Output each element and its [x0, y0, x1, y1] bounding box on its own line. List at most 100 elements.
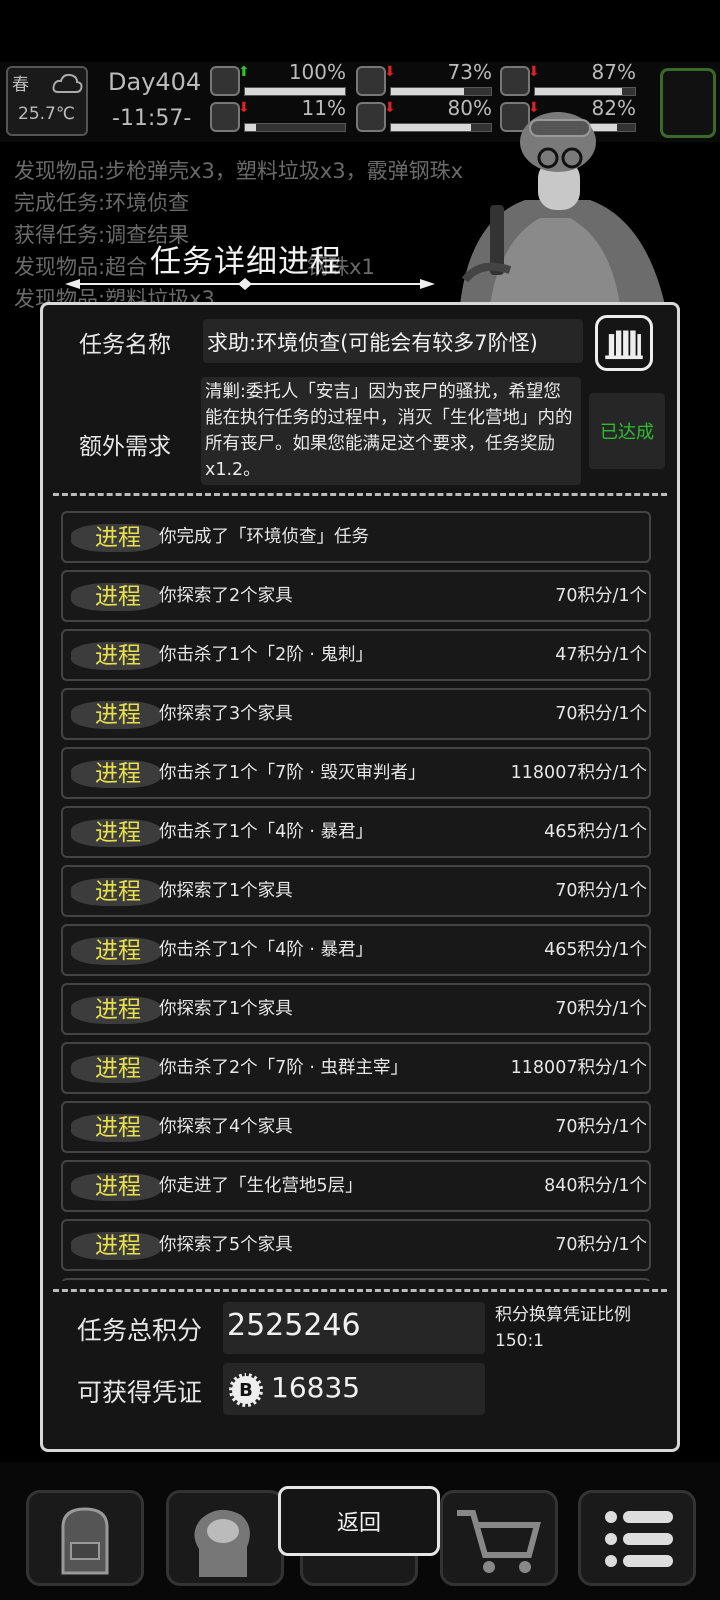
progress-tag-label: 进程 — [95, 997, 141, 1023]
progress-row: 进程 你击杀了1个「4阶 · 暴君」 465积分/1个 — [61, 924, 651, 976]
section-divider — [53, 1289, 667, 1292]
progress-row: 进程 你探索了5个家具 70积分/1个 — [61, 1219, 651, 1271]
title-divider-ornament — [65, 278, 435, 290]
progress-description: 你探索了1个家具 — [159, 881, 293, 901]
progress-tag-label: 进程 — [95, 1174, 141, 1200]
total-points-label: 任务总积分 — [77, 1316, 203, 1345]
progress-description: 你击杀了1个「4阶 · 暴君」 — [159, 822, 373, 842]
task-name-label: 任务名称 — [79, 332, 171, 358]
progress-tag: 进程 — [71, 579, 161, 615]
progress-description: 你探索了2个家具 — [159, 586, 293, 606]
day-counter: Day404 — [108, 68, 202, 96]
dialog-title: 任务详细进程 — [150, 244, 342, 280]
progress-row: 进程 你走进了「生化营地5层」 840积分/1个 — [61, 1160, 651, 1212]
brain-skill-icon — [194, 1509, 250, 1577]
extra-requirement-label: 额外需求 — [79, 434, 171, 460]
progress-row: 进程 你击杀了1个「2阶 · 鬼刺」 47积分/1个 — [61, 629, 651, 681]
progress-points: 465积分/1个 — [544, 940, 647, 960]
stat-health: ⬆ 100% — [210, 60, 346, 100]
skills-button[interactable] — [166, 1490, 284, 1586]
temperature-value: 25.7℃ — [18, 104, 75, 124]
progress-description: 你完成了「环境侦查」任务 — [159, 527, 369, 547]
progress-description: 你击杀了1个「4阶 · 暴君」 — [159, 940, 373, 960]
trend-down-icon: ⬇ — [238, 100, 250, 116]
progress-description: 你探索了5个家具 — [159, 1235, 293, 1255]
water-drop-icon — [356, 102, 386, 132]
progress-list[interactable]: 进程 你完成了「环境侦查」任务 进程 你探索了2个家具 70积分/1个 进程 你击杀了1个「… — [55, 503, 669, 1281]
progress-description: 你走进了「生化营地5层」 — [159, 1176, 363, 1196]
progress-tag: 进程 — [71, 1110, 161, 1146]
backpack-icon — [61, 1507, 109, 1575]
progress-tag-label: 进程 — [95, 1233, 141, 1259]
menu-list-icon — [605, 1511, 673, 1567]
progress-row: 进程 你击杀了1个「4阶 · 暴君」 465积分/1个 — [61, 806, 651, 858]
ammo-icon[interactable] — [595, 315, 653, 371]
progress-tag-label: 进程 — [95, 761, 141, 787]
progress-points: 47积分/1个 — [555, 645, 647, 665]
task-progress-dialog: 任务名称 求助:环境侦查(可能会有较多7阶怪) 额外需求 清剿:委托人「安吉」因… — [40, 302, 680, 1452]
progress-row: 进程 你击杀了2个「7阶 · 虫群主宰」 118007积分/1个 — [61, 1042, 651, 1094]
progress-row: 进程 你完成了「环境侦查」任务 — [61, 511, 651, 563]
progress-points: 70积分/1个 — [555, 881, 647, 901]
conversion-ratio: 积分换算凭证比例 150:1 — [495, 1302, 631, 1354]
progress-tag: 进程 — [71, 1228, 161, 1264]
progress-description: 你探索了3个家具 — [159, 704, 293, 724]
progress-points: 118007积分/1个 — [510, 763, 647, 783]
progress-row: 进程 你击杀了1个「7阶 · 毁灭审判者」 118007积分/1个 — [61, 747, 651, 799]
progress-tag: 进程 — [71, 815, 161, 851]
progress-tag: 进程 — [71, 1051, 161, 1087]
stat-fatigue: ⬇ 87% — [500, 60, 636, 100]
medkit-icon — [210, 66, 240, 96]
progress-tag-label: 进程 — [95, 879, 141, 905]
progress-points: 70积分/1个 — [555, 1117, 647, 1137]
progress-tag-label: 进程 — [95, 938, 141, 964]
progress-description: 你探索了4个家具 — [159, 1117, 293, 1137]
progress-row: 进程 你探索了1个家具 70积分/1个 — [61, 865, 651, 917]
progress-tag: 进程 — [71, 992, 161, 1028]
trend-up-icon: ⬆ — [238, 64, 250, 80]
total-points-value: 2525246 — [223, 1302, 485, 1354]
progress-description: 你击杀了2个「7阶 · 虫群主宰」 — [159, 1058, 408, 1078]
season-label: 春 — [12, 75, 29, 95]
progress-description: 你探索了1个家具 — [159, 999, 293, 1019]
progress-row: 进程 你探索了2个家具 70积分/1个 — [61, 570, 651, 622]
trend-down-icon: ⬇ — [528, 64, 540, 80]
progress-points: 70积分/1个 — [555, 1235, 647, 1255]
progress-tag: 进程 — [71, 1169, 161, 1205]
progress-description: 你击杀了1个「2阶 · 鬼刺」 — [159, 645, 373, 665]
cloud-icon — [52, 73, 83, 93]
progress-tag: 进程 — [71, 874, 161, 910]
voucher-coin-icon: B — [229, 1373, 263, 1407]
progress-points: 465积分/1个 — [544, 822, 647, 842]
progress-points: 70积分/1个 — [555, 586, 647, 606]
weather-panel[interactable]: 春 25.7℃ — [6, 66, 88, 136]
voucher-label: 可获得凭证 — [77, 1378, 203, 1407]
progress-tag-label: 进程 — [95, 820, 141, 846]
trend-down-icon: ⬇ — [384, 100, 396, 116]
progress-tag: 进程 — [71, 520, 161, 556]
backpack-button[interactable] — [26, 1490, 144, 1586]
stat-infection: ⬇ 11% — [210, 96, 346, 136]
requirement-status-badge: 已达成 — [589, 393, 665, 469]
shop-button[interactable] — [440, 1490, 558, 1586]
menu-button[interactable] — [578, 1490, 696, 1586]
progress-tag-label: 进程 — [95, 643, 141, 669]
stat-hunger: ⬇ 73% — [356, 60, 492, 100]
progress-tag: 进程 — [71, 697, 161, 733]
progress-tag: 进程 — [71, 756, 161, 792]
stomach-icon — [356, 66, 386, 96]
conversion-ratio-label: 积分换算凭证比例 — [495, 1305, 631, 1325]
progress-row: 进程 你探索了3个家具 70积分/1个 — [61, 688, 651, 740]
progress-tag: 进程 — [71, 933, 161, 969]
conversion-ratio-value: 150:1 — [495, 1331, 544, 1351]
progress-tag-label: 进程 — [95, 1115, 141, 1141]
progress-tag-label: 进程 — [95, 584, 141, 610]
progress-points: 118007积分/1个 — [510, 1058, 647, 1078]
progress-row: 进程 你探索了1个家具 70积分/1个 — [61, 983, 651, 1035]
progress-tag-label: 进程 — [95, 1056, 141, 1082]
pill-icon — [500, 66, 530, 96]
clock-time: -11:57- — [112, 106, 192, 131]
progress-description: 你击杀了1个「7阶 · 毁灭审判者」 — [159, 763, 426, 783]
back-button[interactable]: 返回 — [278, 1486, 440, 1556]
trend-down-icon: ⬇ — [384, 64, 396, 80]
